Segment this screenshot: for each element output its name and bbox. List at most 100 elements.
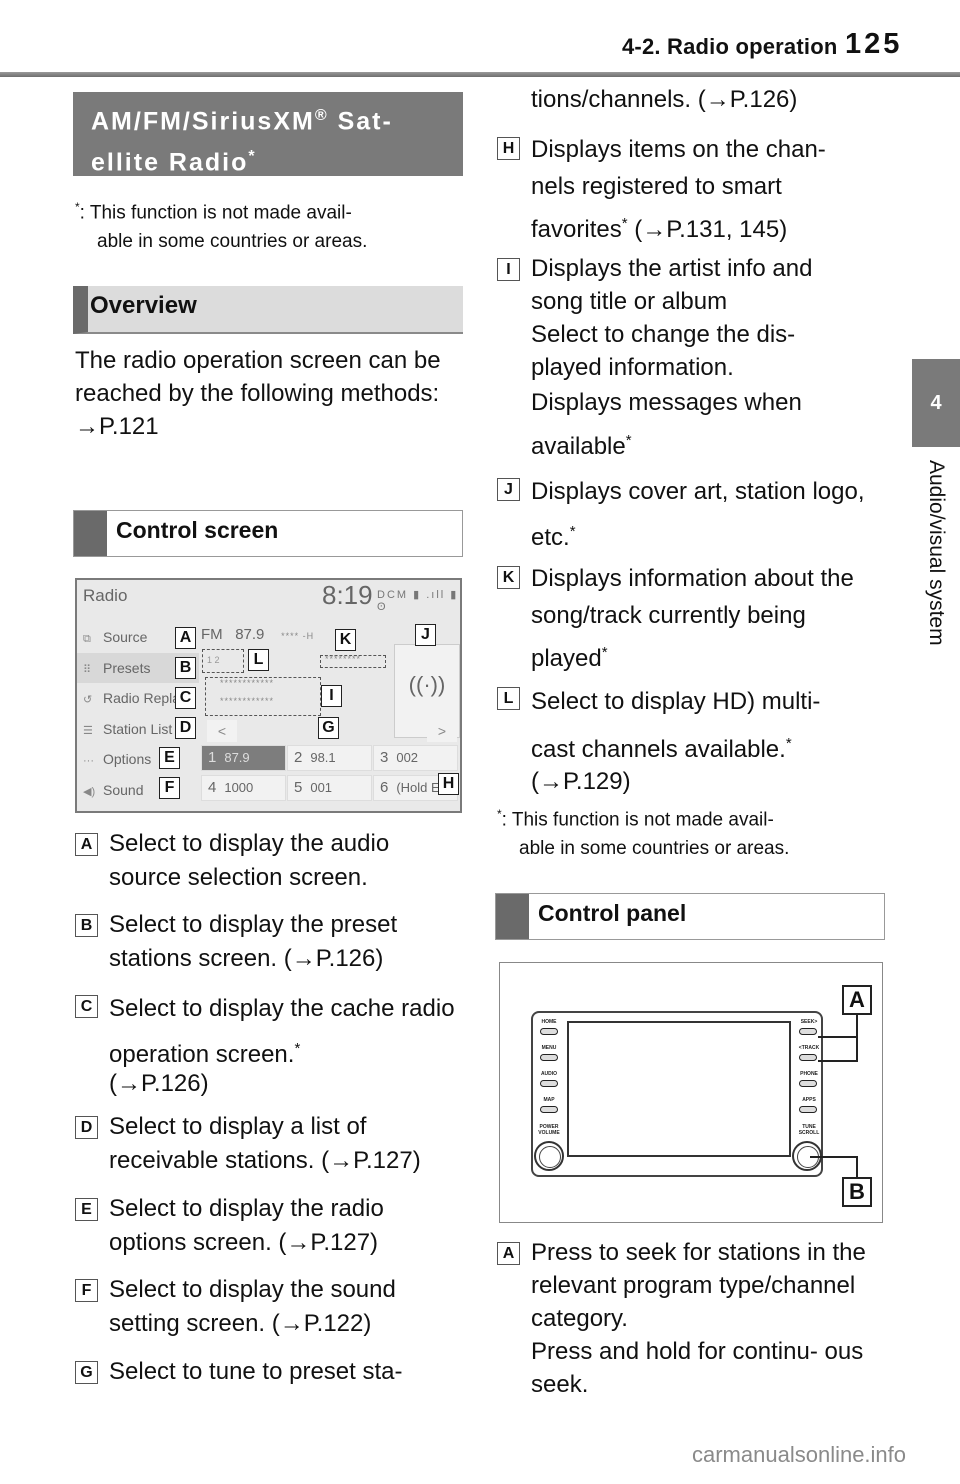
item-text: Select to display the cache radio operat… [109,989,460,1075]
title-line1: AM/FM/SiriusXM [91,107,315,136]
preset-num: 5 [294,779,303,796]
knob-label: TUNE SCROLL [798,1124,820,1136]
callout-a: A [175,627,196,649]
page-title: AM/FM/SiriusXM® Sat- ellite Radio* [73,92,463,177]
audio-button[interactable] [540,1080,558,1087]
footnote-line1: : This function is not made avail- [79,202,352,224]
item-text: Displays items on the chan- nels registe… [531,131,867,248]
button-label: AUDIO [540,1071,558,1077]
artist-text: ************ [220,678,275,688]
panel-item-a: A Press to seek for stations in the rele… [497,1236,867,1401]
track-text: ************ [220,696,275,706]
home-button[interactable] [540,1028,558,1035]
item-main-text: Select to display HD) multi- cast channe… [531,688,821,763]
seek-button[interactable] [799,1028,817,1035]
antenna-icon: ((·)) [408,672,446,697]
item-marker: H [497,137,520,160]
control-panel-illustration: HOME MENU AUDIO MAP POWER VOLUME SEEK> <… [499,962,883,1223]
band: FM [201,626,223,643]
item-text: Select to display a list of receivable s… [109,1113,421,1174]
heading-bar [496,894,529,939]
footnote-line2: able in some countries or areas. [97,231,368,253]
preset-button-2[interactable]: 2 98.1 [287,745,372,771]
button-label: MENU [541,1045,557,1051]
chapter-tab: 4 [912,359,960,447]
footnote-line2: able in some countries or areas. [519,838,790,860]
footnote-2: *: This function is not made avail- able… [497,800,877,863]
list-item-i: I Displays the artist info and song titl… [497,252,867,466]
page-number: 125 [845,28,903,60]
button-label: <TRACK [798,1045,820,1051]
preset-value: 1000 [224,780,254,795]
asterisk: * [601,644,608,661]
footnote-line1: : This function is not made avail- [501,809,774,831]
item-marker: F [75,1279,98,1302]
callout-c: C [175,687,196,709]
menu-label: Presets [103,659,151,676]
item-main-text: Select to display the cache radio operat… [109,995,455,1068]
item-marker: A [497,1242,520,1265]
head-unit-display [567,1021,791,1157]
map-button[interactable] [540,1106,558,1113]
status-icons: DCM ▮ .ıll ▮ ʘ [377,589,459,613]
preset-button-5[interactable]: 5 001 [287,775,372,801]
menu-item-options[interactable]: ··· Options [77,744,199,775]
item-line3-text: Displays messages when available [531,389,802,460]
item-text: Displays the artist info and song title … [531,255,813,315]
list-item-j: J Displays cover art, station logo, etc.… [497,472,867,558]
item-marker: J [497,478,520,501]
list-item-b: B Select to display the preset stations … [75,908,460,976]
next-preset-button[interactable]: > [427,720,457,742]
callout-b: B [175,657,196,679]
callout-g: G [318,717,339,739]
preset-button-3[interactable]: 3 002 [373,745,458,771]
preset-num: 4 [208,779,217,796]
preset-button-1[interactable]: 1 87.9 [201,745,286,771]
overview-ref-link[interactable]: →P.121 [75,410,465,443]
preset-value: 001 [310,780,333,795]
overview-text: The radio operation screen can be reache… [75,344,465,443]
item-marker: B [75,914,98,937]
band-frequency: FM 87.9 **** -H [201,626,314,643]
preset-button-4[interactable]: 4 1000 [201,775,286,801]
artist-song-area[interactable]: ************ ************ [205,677,321,716]
phone-button[interactable] [799,1080,817,1087]
heading-bar [74,511,107,556]
leader-line [818,1036,858,1038]
list-item-c: C Select to display the cache radio oper… [75,989,460,1101]
callout-h: H [438,773,459,795]
item-marker: E [75,1198,98,1221]
item-text: Press to seek for stations in the releva… [531,1239,866,1332]
registered-mark: ® [314,107,329,124]
item-text: Displays cover art, station logo, etc.* [531,472,867,558]
prev-preset-button[interactable]: < [207,720,237,742]
title-asterisk: * [248,148,257,166]
power-volume-knob[interactable] [534,1141,564,1171]
list-item-l: L Select to display HD) multi- cast chan… [497,681,867,799]
item-main-text: Displays cover art, station logo, etc. [531,478,865,551]
overview-paragraph: The radio operation screen can be reache… [75,347,441,407]
screen-menu: ⧉ Source ⠿ Presets ↺ Radio Replay ☰ Station … [77,622,199,805]
callout-e: E [159,747,180,769]
panel-callout-b: B [842,1177,872,1207]
menu-item-sound[interactable]: ◀) Sound [77,775,199,806]
control-screen-heading: Control screen [73,510,463,557]
item-marker: I [497,258,520,281]
track-button[interactable] [799,1054,817,1061]
chapter-title: Audio/visual system [925,460,948,646]
menu-button[interactable] [540,1054,558,1061]
item-text-line2: Select to change the dis- played informa… [531,321,796,381]
button-label: APPS [802,1097,816,1103]
radio-replay-icon: ↺ [83,694,93,706]
title-line2: ellite Radio [91,148,249,177]
callout-k: K [335,629,356,651]
list-item-h: H Displays items on the chan- nels regis… [497,131,867,248]
control-panel-heading: Control panel [495,893,885,940]
presets-icon: ⠿ [83,663,92,676]
preset-num: 3 [380,749,389,766]
apps-button[interactable] [799,1106,817,1113]
asterisk: * [569,523,576,540]
item-ref-link[interactable]: (→P.131, 145) [628,216,787,243]
sound-icon: ◀) [83,785,96,798]
hd-channel-area[interactable]: 1 2 [202,649,244,673]
